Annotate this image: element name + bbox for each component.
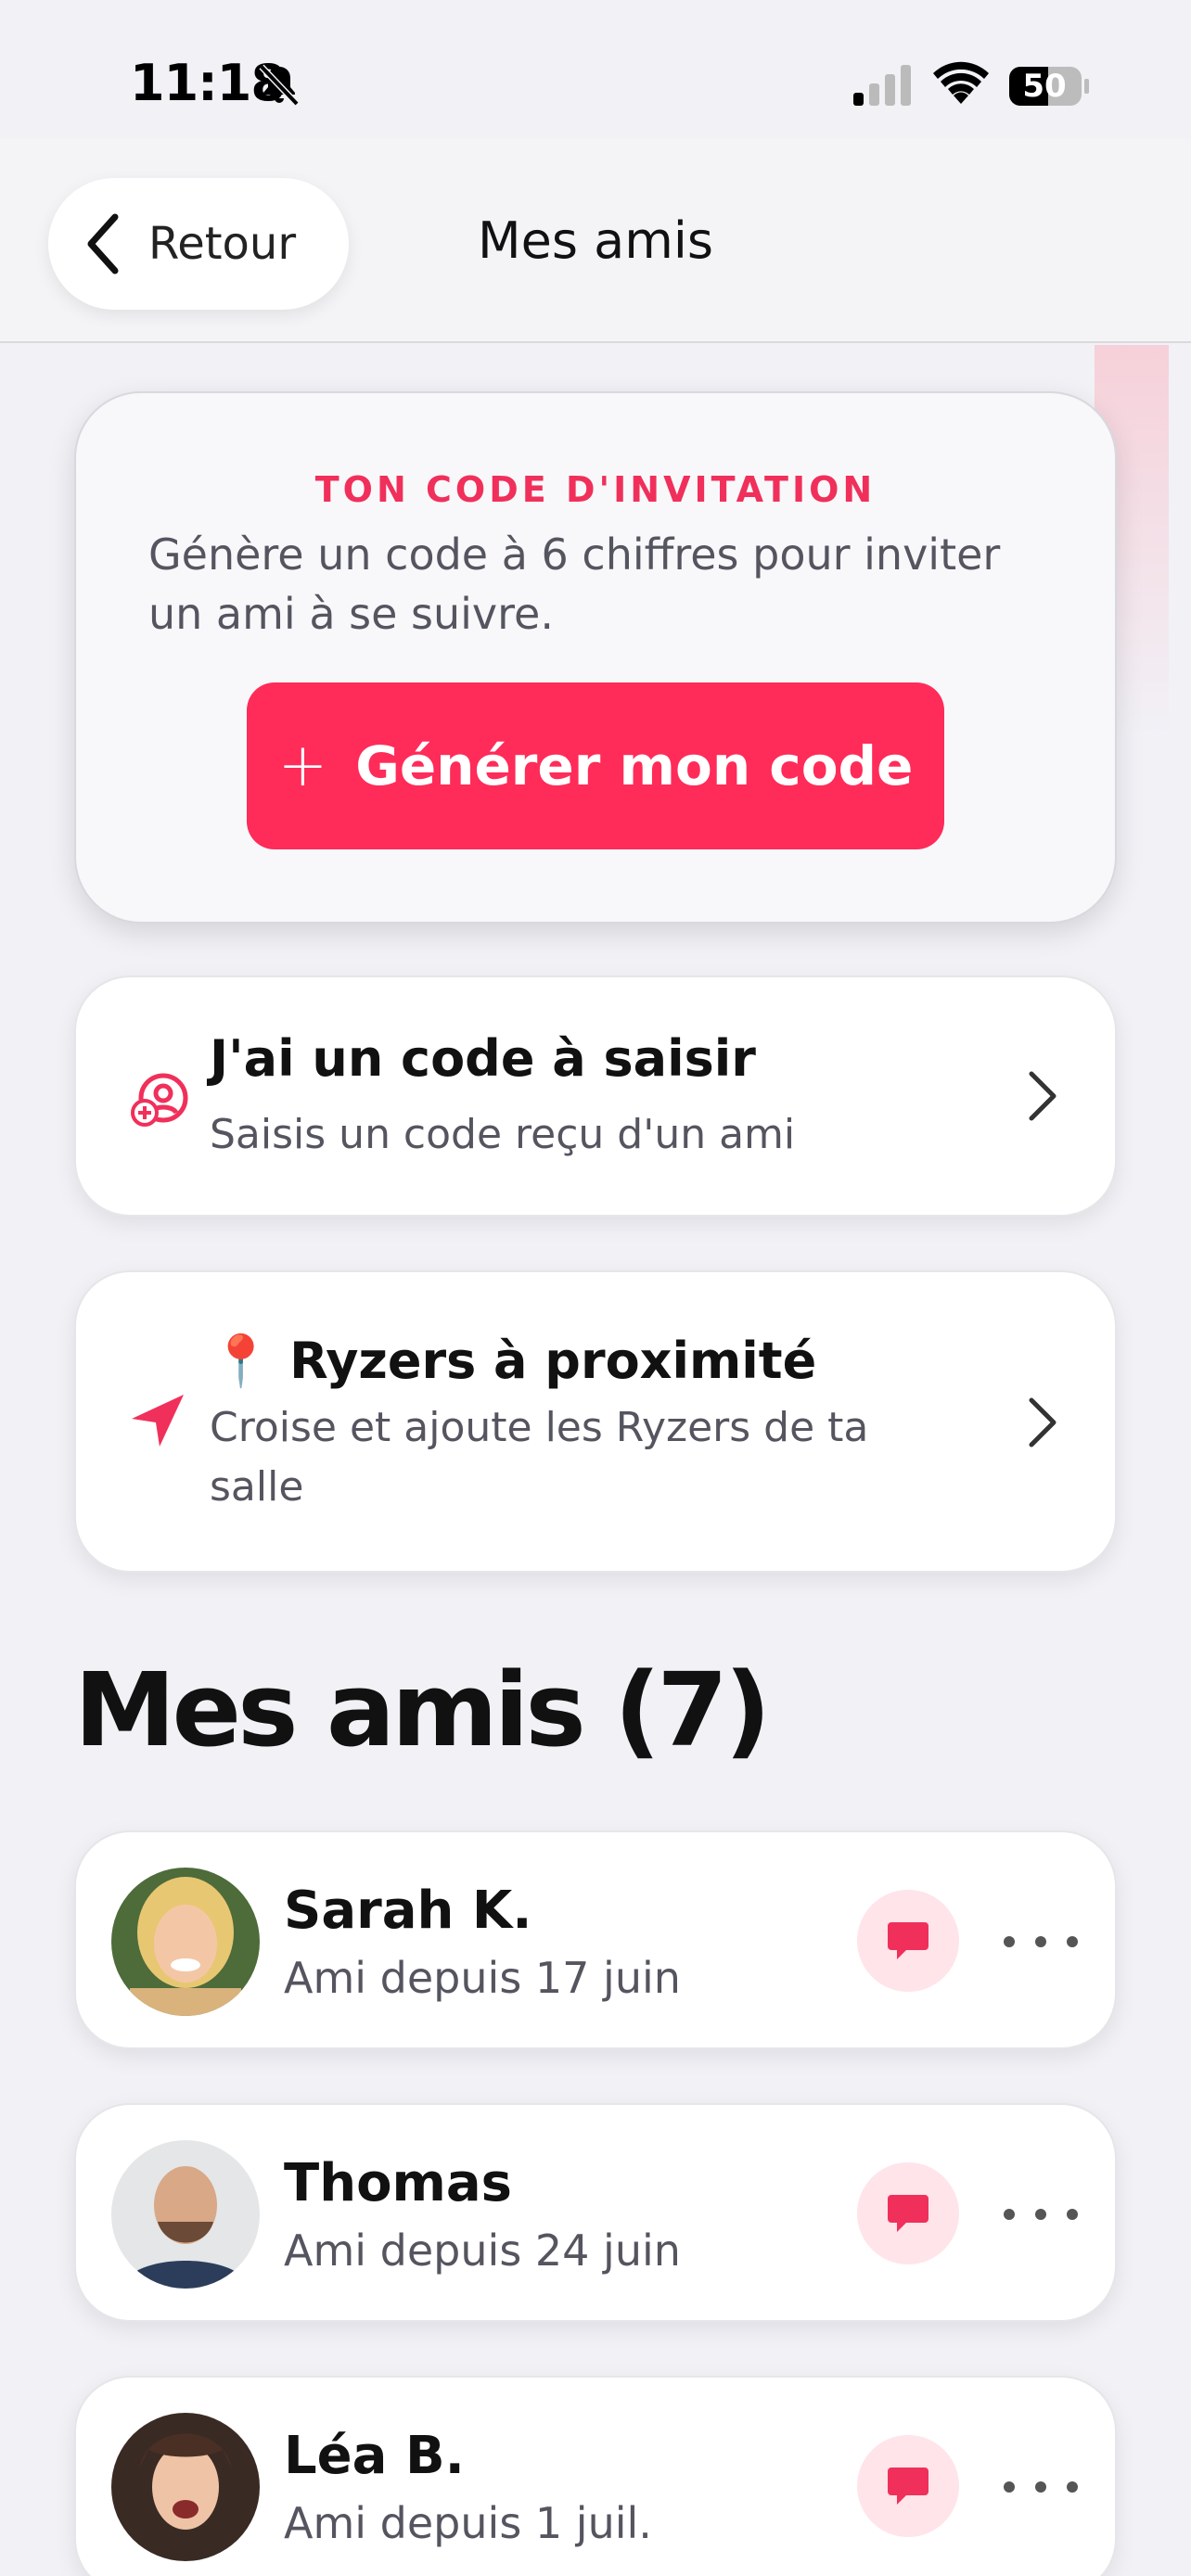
nearby-title: 📍 Ryzers à proximité — [210, 1332, 816, 1391]
generate-code-label: Générer mon code — [355, 734, 914, 797]
friend-name: Léa B. — [284, 2426, 465, 2486]
nearby-title-text: Ryzers à proximité — [289, 1332, 817, 1390]
more-options-icon[interactable] — [1004, 1923, 1078, 1960]
invite-kicker: TON CODE D'INVITATION — [314, 469, 877, 510]
chevron-right-icon — [1029, 1071, 1057, 1121]
friends-section-title: Mes amis (7) — [74, 1651, 771, 1769]
friend-name: Sarah K. — [284, 1881, 532, 1941]
nearby-ryzers-row[interactable]: 📍 Ryzers à proximité Croise et ajoute le… — [74, 1270, 1117, 1573]
message-button[interactable] — [857, 2435, 959, 2537]
friend-row[interactable]: Léa B. Ami depuis 1 juil. — [74, 2376, 1117, 2576]
chat-bubble-icon — [888, 2195, 928, 2232]
nearby-subtitle: Croise et ajoute les Ryzers de ta salle — [210, 1404, 869, 1511]
user-add-icon — [131, 1073, 188, 1127]
message-button[interactable] — [857, 1890, 959, 1992]
friend-row[interactable]: Sarah K. Ami depuis 17 juin — [74, 1830, 1117, 2049]
avatar — [111, 2140, 260, 2289]
friend-since: Ami depuis 17 juin — [284, 1953, 681, 2003]
location-arrow-icon — [132, 1395, 184, 1447]
plus-icon: + — [277, 732, 328, 800]
cellular-signal-icon — [853, 65, 911, 106]
chat-bubble-icon — [888, 1922, 928, 1959]
friend-since: Ami depuis 1 juil. — [284, 2498, 652, 2548]
avatar — [111, 1868, 260, 2016]
generate-code-button[interactable]: + Générer mon code — [247, 682, 944, 849]
more-options-icon[interactable] — [1004, 2196, 1078, 2233]
pin-emoji: 📍 — [210, 1332, 273, 1390]
enter-code-row[interactable]: J'ai un code à saisir Saisis un code reç… — [74, 976, 1117, 1217]
wifi-icon — [933, 61, 989, 104]
chat-bubble-icon — [888, 2468, 928, 2505]
friend-row[interactable]: Thomas Ami depuis 24 juin — [74, 2103, 1117, 2322]
avatar — [111, 2413, 260, 2561]
battery-level: 50 — [1022, 68, 1067, 105]
chevron-right-icon — [1029, 1397, 1057, 1447]
more-options-icon[interactable] — [1004, 2468, 1078, 2506]
message-button[interactable] — [857, 2162, 959, 2264]
invite-description: Génère un code à 6 chiffres pour inviter… — [148, 529, 1001, 639]
enter-code-subtitle: Saisis un code reçu d'un ami — [210, 1111, 796, 1158]
page-title: Mes amis — [478, 211, 713, 270]
bell-muted-icon — [259, 64, 300, 107]
enter-code-title: J'ai un code à saisir — [210, 1029, 756, 1088]
friend-since: Ami depuis 24 juin — [284, 2225, 681, 2276]
friend-name: Thomas — [284, 2153, 513, 2213]
